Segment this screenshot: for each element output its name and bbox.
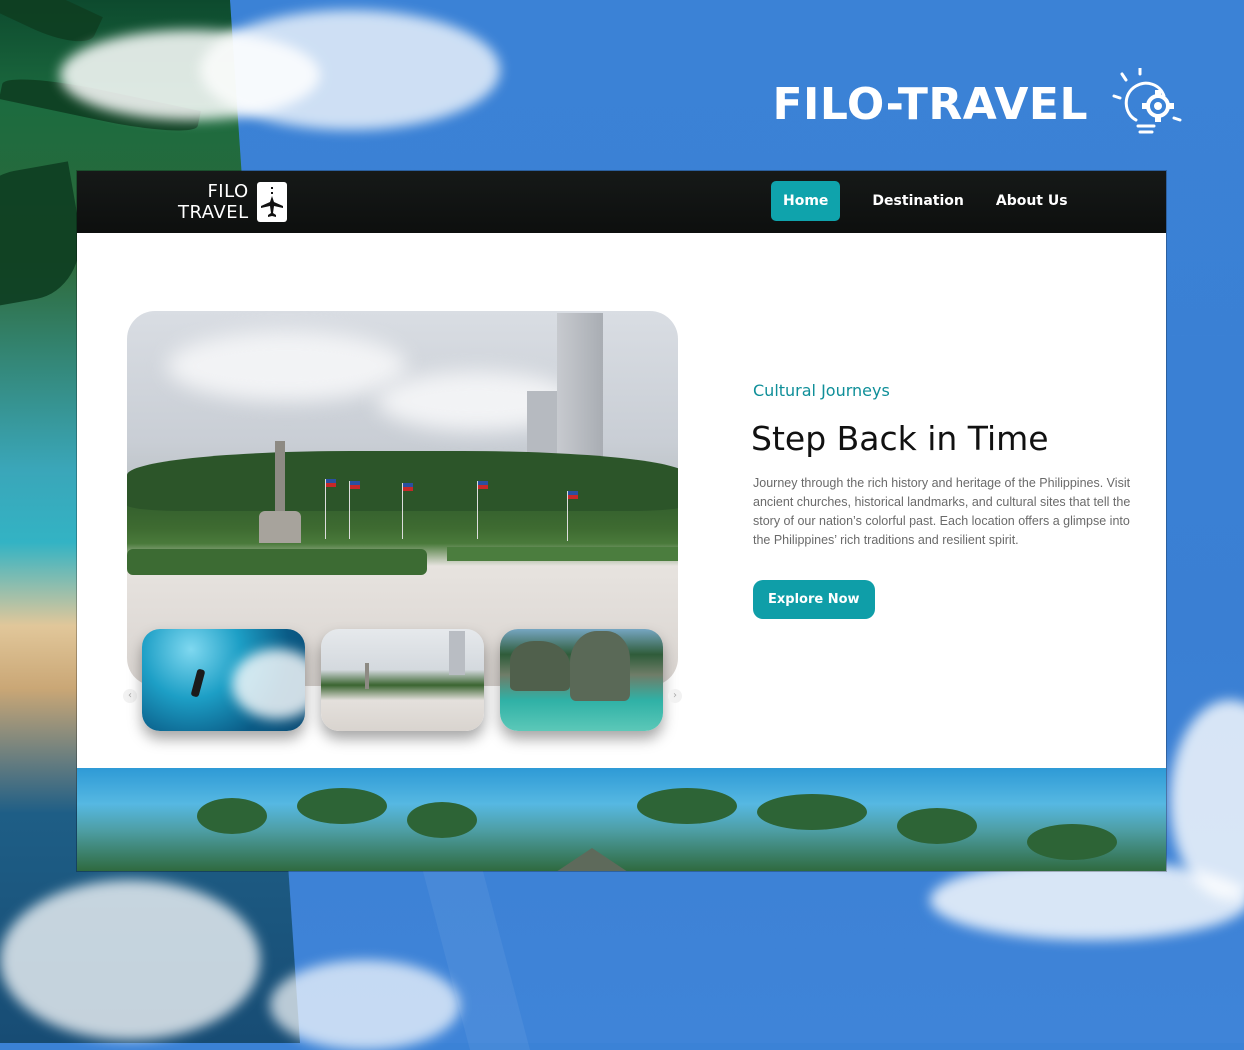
brand-title: FILO-TRAVEL bbox=[772, 78, 1088, 130]
palm-tree bbox=[757, 794, 867, 830]
nav-home[interactable]: Home bbox=[771, 181, 841, 221]
philippine-flag bbox=[403, 483, 413, 491]
hedge bbox=[127, 549, 427, 575]
cloud bbox=[270, 960, 460, 1050]
next-section-banner bbox=[77, 768, 1166, 871]
philippine-flag bbox=[326, 479, 336, 487]
explore-now-button[interactable]: Explore Now bbox=[753, 580, 875, 619]
nav-links: Home Destination About Us bbox=[771, 181, 1088, 221]
flag-pole bbox=[325, 479, 326, 539]
palm-tree bbox=[297, 788, 387, 824]
skyscraper bbox=[557, 313, 603, 463]
flag-pole bbox=[402, 483, 403, 539]
hero-headline: Step Back in Time bbox=[751, 419, 1049, 458]
brand-header: FILO-TRAVEL bbox=[772, 68, 1182, 140]
logo-line2: TRAVEL bbox=[178, 202, 249, 223]
limestone-cliff bbox=[510, 641, 570, 691]
hut-roof bbox=[547, 848, 637, 871]
hero-description: Journey through the rich history and her… bbox=[753, 476, 1131, 547]
monument-obelisk bbox=[365, 663, 369, 689]
nav-about-us[interactable]: About Us bbox=[984, 181, 1080, 221]
nav-destination[interactable]: Destination bbox=[860, 181, 975, 221]
website-window: FILO TRAVEL Home Destination About Us ‹ … bbox=[77, 171, 1166, 871]
wave-spray bbox=[232, 649, 305, 719]
monument-base bbox=[259, 511, 301, 543]
palm-tree bbox=[637, 788, 737, 824]
chevron-left-icon[interactable]: ‹ bbox=[123, 689, 137, 703]
cloud bbox=[200, 10, 500, 130]
skyscraper bbox=[449, 631, 465, 675]
logo-line1: FILO bbox=[207, 181, 249, 202]
flag-pole bbox=[477, 481, 478, 539]
logo-text: FILO TRAVEL bbox=[178, 181, 249, 223]
limestone-cliff bbox=[570, 631, 630, 701]
palm-tree bbox=[1027, 824, 1117, 860]
chevron-right-icon[interactable]: › bbox=[668, 689, 682, 703]
palm-tree bbox=[897, 808, 977, 844]
hero-eyebrow: Cultural Journeys bbox=[753, 381, 890, 400]
thumbnail-islands[interactable] bbox=[500, 629, 663, 731]
site-logo[interactable]: FILO TRAVEL bbox=[178, 181, 287, 223]
flag-pole bbox=[349, 481, 350, 539]
lightbulb-gear-icon bbox=[1112, 68, 1182, 134]
hedge bbox=[447, 547, 678, 561]
philippine-flag bbox=[478, 481, 488, 489]
sky-cloud bbox=[167, 331, 407, 401]
navbar: FILO TRAVEL Home Destination About Us bbox=[77, 171, 1166, 233]
airplane-icon bbox=[256, 182, 287, 222]
philippine-flag bbox=[350, 481, 360, 489]
cloud bbox=[0, 880, 260, 1040]
palm-tree bbox=[197, 798, 267, 834]
philippine-flag bbox=[568, 491, 578, 499]
thumbnail-surfing[interactable] bbox=[142, 629, 305, 731]
palm-tree bbox=[407, 802, 477, 838]
surfer bbox=[190, 668, 206, 698]
thumbnail-park[interactable] bbox=[321, 629, 484, 731]
